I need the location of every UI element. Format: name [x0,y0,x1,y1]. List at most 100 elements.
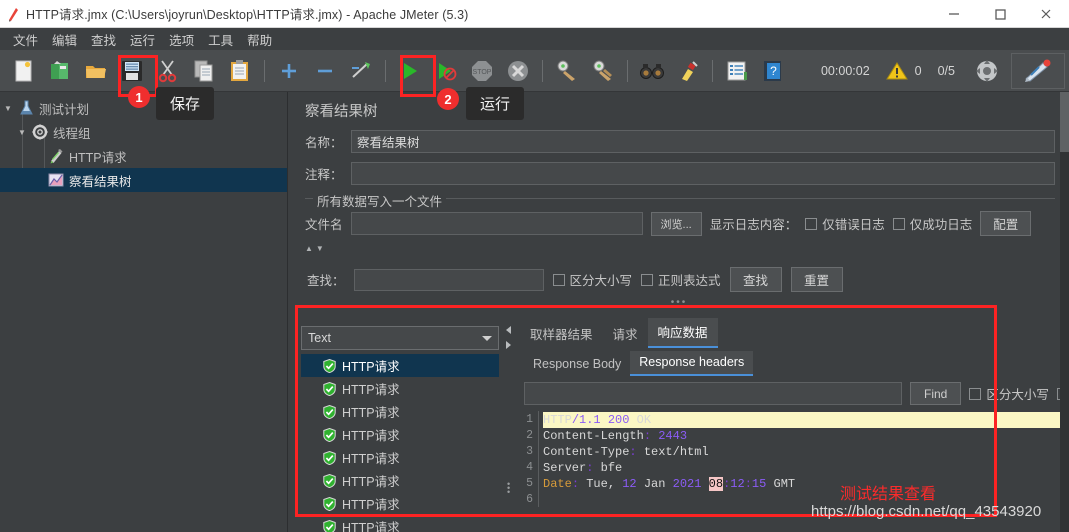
comment-input[interactable] [351,162,1055,185]
tree-item-thread-group[interactable]: ▼ 线程组 [0,120,287,144]
search-icon[interactable] [634,54,670,88]
jmeter-logo-button[interactable] [1011,52,1065,89]
line-number: 5 [526,477,533,490]
warning-indicator[interactable]: 0 [885,61,922,81]
minimize-icon[interactable] [931,0,977,28]
browse-button[interactable]: 浏览... [650,211,702,236]
paste-icon[interactable] [222,54,258,88]
chevron-down-icon[interactable]: ▼ [0,104,16,113]
find-match-case-checkbox[interactable]: 区分大小写 [969,384,1049,403]
splitter-grip[interactable]: • • • [507,480,510,497]
test-plan-icon [16,100,36,116]
collapse-arrows-icon[interactable]: ▲▼ [305,244,327,253]
tree-item-http-request[interactable]: HTTP请求 [0,144,287,168]
new-icon[interactable] [6,54,42,88]
clear-icon[interactable] [549,54,585,88]
response-panel: 取样器结果 请求 响应数据 Response Body Response hea… [516,318,1069,532]
page-title: 察看结果树 [305,104,378,120]
chevron-down-icon[interactable]: ▼ [14,128,30,137]
menu-help[interactable]: 帮助 [240,28,279,51]
list-item[interactable]: HTTP请求 [301,354,499,377]
list-item[interactable]: HTTP请求 [301,492,499,515]
find-input[interactable] [524,382,902,405]
shutdown-icon[interactable] [500,54,536,88]
filename-input[interactable] [350,212,643,235]
match-case-label: 区分大小写 [569,274,633,288]
menu-edit[interactable]: 编辑 [45,28,84,51]
match-case-checkbox[interactable]: 区分大小写 [552,270,633,289]
tree-item-view-results-tree[interactable]: 察看结果树 [0,168,287,192]
menu-tools[interactable]: 工具 [201,28,240,51]
warning-count: 0 [914,63,922,78]
reset-button[interactable]: 重置 [790,267,843,292]
errors-only-checkbox[interactable]: 仅错误日志 [805,214,885,233]
checkbox-box[interactable] [892,217,905,230]
search-input[interactable] [353,268,544,291]
list-item[interactable]: HTTP请求 [301,469,499,492]
toggle-icon[interactable] [343,54,379,88]
function-helper-icon[interactable] [719,54,755,88]
list-item[interactable]: HTTP请求 [301,423,499,446]
subtab-response-headers[interactable]: Response headers [630,351,754,376]
menu-options[interactable]: 选项 [162,28,201,51]
response-line: Server: bfe [543,461,623,475]
start-icon[interactable] [392,54,428,88]
menu-run[interactable]: 运行 [123,28,162,51]
collapse-all-icon[interactable] [307,54,343,88]
response-text[interactable]: HTTP/1.1 200 OK Content-Length: 2443 Con… [538,411,1069,507]
line-number: 1 [526,413,533,426]
templates-icon[interactable] [42,54,78,88]
list-item[interactable]: HTTP请求 [301,446,499,469]
checkbox-box[interactable] [969,387,982,400]
start-no-pauses-icon[interactable] [428,54,464,88]
configure-button[interactable]: 配置 [980,211,1032,236]
expand-all-icon[interactable] [271,54,307,88]
thread-status-icon[interactable] [969,54,1005,88]
list-item[interactable]: HTTP请求 [301,377,499,400]
menu-search[interactable]: 查找 [84,28,123,51]
panel-scrollbar[interactable] [1060,92,1069,532]
find-button[interactable]: Find [910,382,962,405]
line-number: 4 [526,461,533,474]
name-row: 名称： 察看结果树 [289,130,1069,153]
checkbox-box[interactable] [641,273,654,286]
reset-search-icon[interactable] [670,54,706,88]
search-button[interactable]: 查找 [729,267,782,292]
response-headers-content[interactable]: 1 2 3 4 5 6 HTTP/1.1 200 OK Content-Leng… [516,411,1069,507]
renderer-dropdown[interactable]: Text [301,326,499,350]
clear-all-icon[interactable] [585,54,621,88]
svg-text:STOP: STOP [473,69,492,76]
name-input[interactable]: 察看结果树 [351,130,1055,153]
success-only-checkbox[interactable]: 仅成功日志 [892,214,972,233]
chevron-down-icon[interactable] [482,335,492,341]
splitter-dots[interactable]: ••• [289,297,1069,308]
test-plan-tree[interactable]: ▼ 测试计划 ▼ 线程组 HTTP请求 察看结果树 [0,92,288,532]
save-icon[interactable] [114,54,150,88]
tab-sampler-result[interactable]: 取样器结果 [520,320,603,348]
response-line: Date: Tue, 12 Jan 2021 08:12:15 GMT [543,477,796,491]
maximize-icon[interactable] [977,0,1023,28]
copy-icon[interactable] [186,54,222,88]
results-list[interactable]: HTTP请求 HTTP请求 HTTP请求 HTTP请求 HTTP请求 HTTP请… [301,354,499,532]
subtab-response-body[interactable]: Response Body [524,353,630,376]
list-item[interactable]: HTTP请求 [301,400,499,423]
splitter-arrows[interactable] [505,326,512,349]
success-shield-icon [323,450,336,465]
filename-label: 文件名 [305,218,343,232]
checkbox-box[interactable] [552,273,565,286]
cut-icon[interactable] [150,54,186,88]
list-item[interactable]: HTTP请求 [301,515,499,532]
close-icon[interactable] [1023,0,1069,28]
regex-checkbox[interactable]: 正则表达式 [641,270,721,289]
line-number: 6 [526,493,533,506]
menu-file[interactable]: 文件 [6,28,45,51]
checkbox-box[interactable] [805,217,818,230]
open-icon[interactable] [78,54,114,88]
response-line: HTTP/1.1 200 OK [543,412,1069,428]
panel-splitter[interactable]: • • • [502,322,516,532]
stop-icon[interactable]: STOP [464,54,500,88]
scrollbar-thumb[interactable] [1060,92,1069,152]
tab-response-data[interactable]: 响应数据 [647,318,718,348]
help-icon[interactable]: ? [755,54,791,88]
tab-request[interactable]: 请求 [603,320,648,348]
